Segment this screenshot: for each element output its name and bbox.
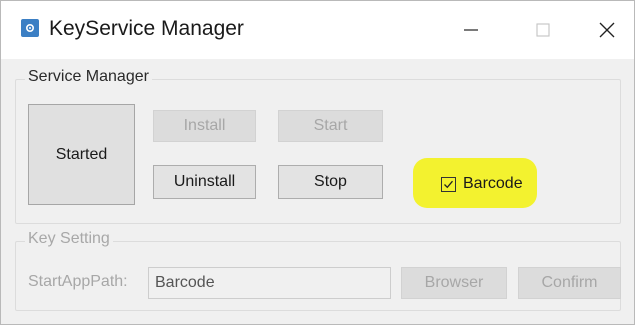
maximize-button[interactable] (518, 7, 568, 53)
status-started-button[interactable]: Started (28, 104, 135, 205)
key-setting-label: Key Setting (25, 230, 113, 248)
close-button[interactable] (582, 7, 632, 53)
start-app-path-input[interactable]: Barcode (148, 267, 391, 299)
minimize-icon (464, 29, 478, 31)
gear-icon (21, 19, 39, 37)
minimize-button[interactable] (446, 7, 496, 53)
checkbox-checked-icon[interactable] (441, 176, 456, 192)
close-icon (599, 22, 615, 38)
barcode-label: Barcode (463, 175, 523, 192)
browser-button[interactable]: Browser (401, 267, 507, 299)
confirm-button[interactable]: Confirm (518, 267, 621, 299)
maximize-icon (536, 23, 550, 37)
keyservice-manager-window: KeyService Manager Service Manager Start… (0, 0, 635, 325)
service-manager-label: Service Manager (25, 68, 152, 86)
stop-button[interactable]: Stop (278, 165, 383, 199)
barcode-checkbox[interactable]: Barcode (441, 174, 523, 194)
start-button[interactable]: Start (278, 110, 383, 142)
install-button[interactable]: Install (153, 110, 256, 142)
uninstall-button[interactable]: Uninstall (153, 165, 256, 199)
start-app-path-label: StartAppPath: (28, 273, 128, 290)
title-bar[interactable]: KeyService Manager (1, 1, 634, 59)
window-title: KeyService Manager (49, 17, 244, 40)
